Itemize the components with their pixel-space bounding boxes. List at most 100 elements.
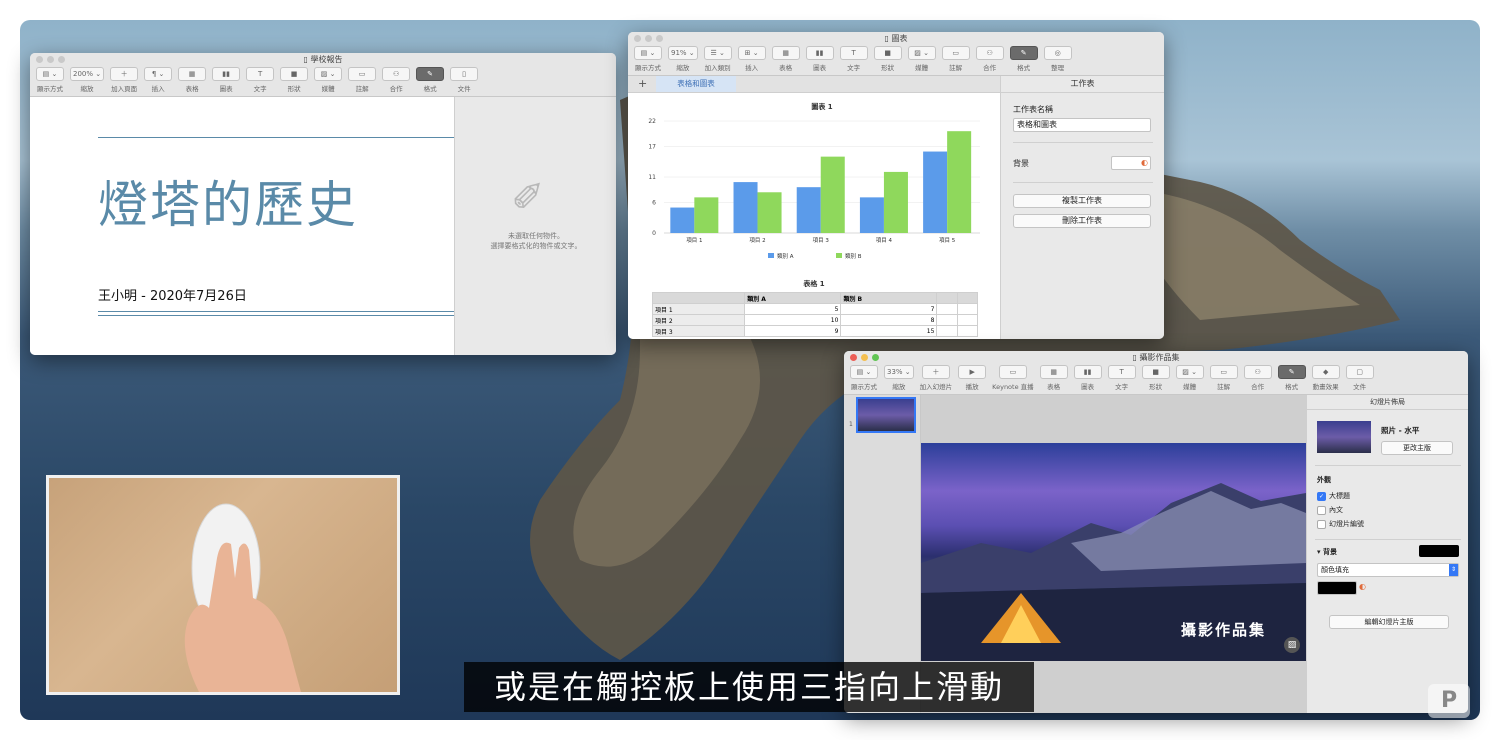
delete-sheet-button[interactable]: 刪除工作表	[1013, 214, 1151, 228]
toolbar-item[interactable]: ◆ 動畫效果	[1311, 365, 1340, 391]
close-button[interactable]	[850, 354, 857, 361]
shape-icon[interactable]: ■	[280, 67, 309, 81]
row-header-cell[interactable]: 項目 3	[651, 325, 746, 337]
toolbar-item[interactable]: ▶ 播放	[958, 365, 987, 391]
toolbar-item[interactable]: ◎ 整理	[1043, 46, 1072, 72]
media-icon[interactable]: ▨ ⌄	[1175, 365, 1204, 379]
animate-icon[interactable]: ◆	[1311, 365, 1340, 379]
duplicate-sheet-button[interactable]: 複製工作表	[1013, 194, 1151, 208]
format-icon[interactable]: ✎	[1277, 365, 1306, 379]
document-author[interactable]: 王小明 - 2020年7月26日	[98, 285, 247, 304]
close-button[interactable]	[634, 35, 641, 42]
fill-color-well[interactable]: ◐	[1317, 581, 1366, 595]
zoom-icon[interactable]: 200% ⌄	[70, 67, 105, 81]
toolbar-item[interactable]: 200% ⌄ 縮放	[70, 67, 105, 93]
zoom-icon[interactable]: 33% ⌄	[884, 365, 914, 379]
toolbar-item[interactable]: ▦ 表格	[178, 67, 207, 93]
document-icon[interactable]: ▯	[450, 67, 479, 81]
toolbar-item[interactable]: 91% ⌄ 縮放	[668, 46, 698, 72]
minimize-button[interactable]	[861, 354, 868, 361]
toolbar-item[interactable]: ▮▮ 圖表	[1073, 365, 1102, 391]
toolbar-item[interactable]: ▨ ⌄ 媒體	[314, 67, 343, 93]
toolbar-item[interactable]: ▭ 註解	[1209, 365, 1238, 391]
minimize-button[interactable]	[47, 56, 54, 63]
toolbar-item[interactable]: ■ 形狀	[280, 67, 309, 93]
table-header-cell[interactable]	[651, 292, 746, 304]
add-sheet-button[interactable]: +	[638, 77, 647, 90]
table-cell[interactable]: 5	[744, 303, 842, 315]
toolbar-item[interactable]: ▤ ⌄ 顯示方式	[850, 365, 878, 391]
image-placeholder-icon[interactable]: ▨	[1284, 637, 1300, 653]
bar-chart[interactable]: 圖表 1 0 6 11 17 22 項目 1 項目 2 項目 3 項目 4 項目 5 類別 A 類別 B	[628, 93, 1000, 273]
toolbar-item[interactable]: ▭ 註解	[941, 46, 970, 72]
toolbar-item[interactable]: ¶ ⌄ 插入	[144, 67, 173, 93]
play-icon[interactable]: ▶	[958, 365, 987, 379]
table-cell[interactable]: 10	[744, 314, 842, 326]
table-cell[interactable]	[956, 303, 979, 315]
toolbar-item[interactable]: ▭ 註解	[348, 67, 377, 93]
minimize-button[interactable]	[645, 35, 652, 42]
keynote-live-icon[interactable]: ▭	[998, 365, 1027, 379]
zoom-button[interactable]	[58, 56, 65, 63]
media-icon[interactable]: ▨ ⌄	[314, 67, 343, 81]
toolbar-item[interactable]: T 文字	[246, 67, 275, 93]
toolbar-item[interactable]: ▨ ⌄ 媒體	[1175, 365, 1204, 391]
fill-type-select[interactable]: 顏色填充 ⇕	[1317, 563, 1459, 577]
toolbar-item[interactable]: T 文字	[1107, 365, 1136, 391]
keynote-titlebar[interactable]: ▯ 攝影作品集	[844, 351, 1468, 365]
toolbar-item[interactable]: ▨ ⌄ 媒體	[907, 46, 936, 72]
organize-icon[interactable]: ◎	[1043, 46, 1072, 60]
comment-icon[interactable]: ▭	[941, 46, 970, 60]
toolbar-item[interactable]: 33% ⌄ 縮放	[884, 365, 914, 391]
layout-thumbnail[interactable]	[1317, 421, 1371, 453]
zoom-icon[interactable]: 91% ⌄	[668, 46, 698, 60]
toolbar-item[interactable]: ▦ 表格	[1039, 365, 1068, 391]
toolbar-item[interactable]: ＋ 加入頁面	[110, 67, 139, 93]
view-icon[interactable]: ▤ ⌄	[36, 67, 64, 81]
table-cell[interactable]: 9	[744, 325, 842, 337]
background-color-well[interactable]: ◐	[1111, 156, 1151, 170]
toolbar-item[interactable]: ⚇ 合作	[382, 67, 411, 93]
chart-icon[interactable]: ▮▮	[212, 67, 241, 81]
add-page-icon[interactable]: ＋	[110, 67, 139, 81]
media-icon[interactable]: ▨ ⌄	[907, 46, 936, 60]
data-table[interactable]: 類別 A 類別 B 項目 1 5 7 項目 2 10 8 項目 3 9 15	[651, 292, 979, 337]
chart-icon[interactable]: ▮▮	[1073, 365, 1102, 379]
comment-icon[interactable]: ▭	[348, 67, 377, 81]
toolbar-item[interactable]: ✎ 格式	[1277, 365, 1306, 391]
numbers-titlebar[interactable]: ▯ 圖表	[628, 32, 1164, 46]
toolbar-item[interactable]: ▮▮ 圖表	[212, 67, 241, 93]
close-button[interactable]	[36, 56, 43, 63]
slide-thumbnail[interactable]	[856, 397, 916, 433]
pages-titlebar[interactable]: ▯ 學校報告	[30, 53, 616, 67]
format-icon[interactable]: ✎	[416, 67, 445, 81]
toolbar-item[interactable]: ⚇ 合作	[1243, 365, 1272, 391]
table-icon[interactable]: ▦	[771, 46, 800, 60]
table-icon[interactable]: ▦	[1039, 365, 1068, 379]
collaborate-icon[interactable]: ⚇	[1243, 365, 1272, 379]
toolbar-item[interactable]: ▤ ⌄ 顯示方式	[634, 46, 662, 72]
toolbar-item[interactable]: ✎ 格式	[1009, 46, 1038, 72]
table-cell[interactable]	[936, 314, 958, 326]
slide[interactable]: 攝影作品集 ▨	[921, 443, 1306, 661]
table-header-cell[interactable]	[936, 292, 958, 304]
background-color-swatch[interactable]	[1419, 545, 1459, 557]
table-cell[interactable]	[956, 314, 979, 326]
toolbar-item[interactable]: ▦ 表格	[771, 46, 800, 72]
zoom-button[interactable]	[656, 35, 663, 42]
zoom-button[interactable]	[872, 354, 879, 361]
checkbox[interactable]: ✓	[1317, 491, 1326, 501]
checkbox[interactable]	[1317, 505, 1326, 515]
appearance-option[interactable]: 幻燈片編號	[1317, 517, 1364, 531]
document-title[interactable]: 燈塔的歷史	[98, 165, 358, 237]
checkbox[interactable]	[1317, 519, 1326, 529]
document-icon[interactable]: ▢	[1345, 365, 1374, 379]
chart-icon[interactable]: ▮▮	[805, 46, 834, 60]
insert-icon[interactable]: ¶ ⌄	[144, 67, 173, 81]
row-header-cell[interactable]: 項目 2	[651, 314, 746, 326]
comment-icon[interactable]: ▭	[1209, 365, 1238, 379]
text-icon[interactable]: T	[1107, 365, 1136, 379]
text-icon[interactable]: T	[246, 67, 275, 81]
toolbar-item[interactable]: ▯ 文件	[450, 67, 479, 93]
appearance-option[interactable]: ✓ 大標題	[1317, 489, 1364, 503]
